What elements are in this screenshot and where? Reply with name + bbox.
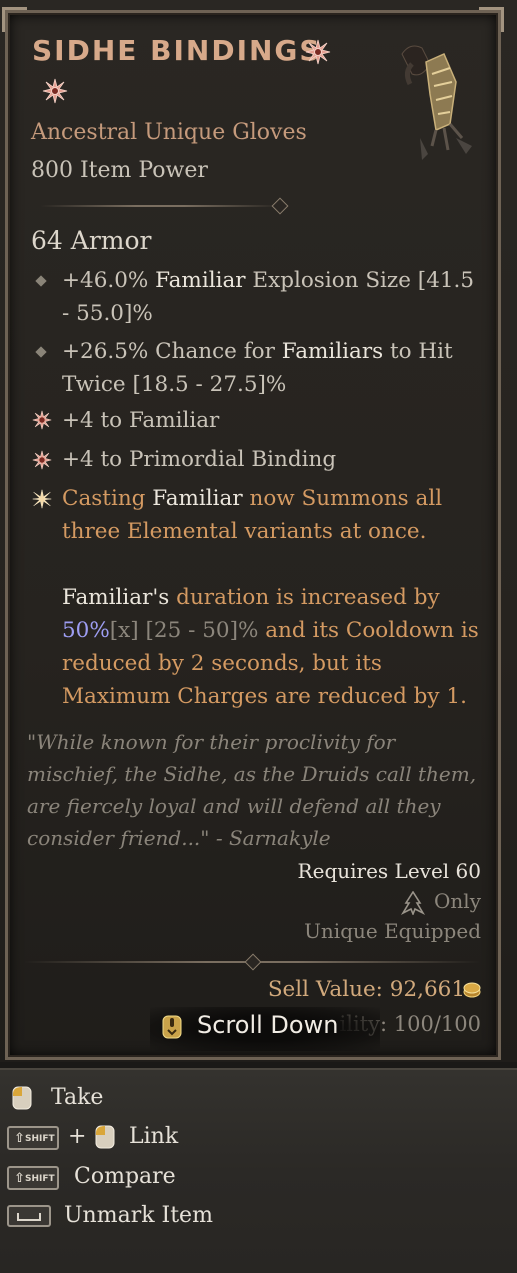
take-action[interactable]: Take: [0, 1082, 517, 1116]
requires-level: Requires Level 60: [297, 859, 481, 883]
gold-coin-icon: [463, 982, 481, 998]
take-label: Take: [51, 1085, 104, 1110]
item-type: Ancestral Unique Gloves: [31, 120, 307, 145]
druid-class-icon: [400, 891, 426, 915]
class-restriction: Only: [434, 889, 481, 913]
armor-value: 64 Armor: [31, 226, 152, 255]
unique-power-text: Casting Familiar now Summons all three E…: [62, 486, 443, 544]
unique-icon: [305, 39, 331, 65]
scroll-down-label[interactable]: Scroll Down: [197, 1011, 338, 1039]
link-action[interactable]: ⇧ SHIFT + Link: [0, 1122, 517, 1156]
sell-value: Sell Value: 92,661: [267, 977, 465, 1002]
shift-key-icon: ⇧ SHIFT: [7, 1166, 59, 1190]
plus-label: +: [68, 1124, 87, 1149]
unique-affix-icon: [32, 410, 52, 430]
mouse-left-click-icon: [12, 1086, 32, 1110]
unique-power-icon: [32, 489, 52, 509]
shift-key-icon: ⇧ SHIFT: [7, 1126, 59, 1150]
divider: [40, 197, 289, 215]
compare-label: Compare: [74, 1164, 176, 1189]
unmark-item-action[interactable]: Unmark Item: [0, 1201, 517, 1235]
link-label: Link: [129, 1124, 179, 1149]
affix-line: +4 to Primordial Binding: [62, 447, 337, 472]
unique-icon: [42, 78, 68, 104]
item-tooltip: SIDHE BINDINGS Ancestral Unique Gloves 8…: [0, 0, 517, 1068]
action-panel: Take ⇧ SHIFT + Link ⇧ SHIFT Compare Unmark…: [0, 1068, 517, 1273]
unmark-label: Unmark Item: [64, 1203, 213, 1228]
mouse-scroll-icon: [162, 1015, 182, 1039]
item-power: 800 Item Power: [31, 158, 208, 183]
unique-equipped: Unique Equipped: [304, 919, 481, 943]
unique-affix-icon: [32, 450, 52, 470]
mouse-left-click-icon: [95, 1125, 115, 1149]
affix-line: +26.5% Chance for Familiars to Hit Twice…: [62, 339, 453, 397]
space-key-icon: [7, 1205, 51, 1227]
flavor-text: "While known for their proclivity for mi…: [27, 730, 477, 850]
affix-line: +4 to Familiar: [62, 408, 220, 433]
gloves-item-image: [401, 45, 472, 160]
divider: [24, 953, 480, 971]
unique-power-text: Familiar's duration is increased by 50%[…: [62, 585, 479, 709]
compare-action[interactable]: ⇧ SHIFT Compare: [0, 1162, 517, 1196]
item-name: SIDHE BINDINGS: [32, 34, 322, 67]
affix-line: +46.0% Familiar Explosion Size [41.5 - 5…: [62, 268, 475, 326]
